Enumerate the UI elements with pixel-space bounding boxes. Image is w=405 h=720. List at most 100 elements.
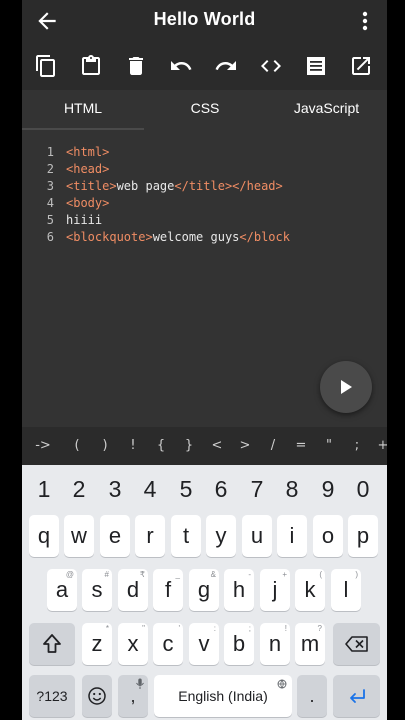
shift-key[interactable] bbox=[29, 623, 75, 665]
key-number[interactable]: 1 bbox=[29, 471, 59, 507]
key-letter[interactable]: ) l bbox=[331, 569, 361, 611]
paste-clipboard-icon[interactable] bbox=[79, 54, 103, 78]
symbol-key[interactable]: < bbox=[206, 427, 228, 465]
symbol-key[interactable]: + bbox=[372, 427, 387, 465]
key-letter[interactable]: " x bbox=[118, 623, 148, 665]
key-letter[interactable]: ! n bbox=[260, 623, 290, 665]
app-bar: Hello World bbox=[22, 0, 387, 42]
key-number[interactable]: 7 bbox=[242, 471, 272, 507]
symbol-key[interactable]: " bbox=[318, 427, 340, 465]
symbol-key[interactable]: -> bbox=[32, 427, 54, 465]
key-number[interactable]: 9 bbox=[313, 471, 343, 507]
key-letter[interactable]: u bbox=[242, 515, 272, 557]
key-letter[interactable]: _ f bbox=[153, 569, 183, 611]
symbol-key[interactable]: / bbox=[262, 427, 284, 465]
symbol-key[interactable]: ! bbox=[122, 427, 144, 465]
key-letter[interactable]: i bbox=[277, 515, 307, 557]
key-letter[interactable]: ₹ d bbox=[118, 569, 148, 611]
key-letter[interactable]: (k bbox=[295, 569, 325, 611]
globe-icon bbox=[277, 679, 287, 689]
key-letter[interactable]: y bbox=[206, 515, 236, 557]
symbol-key[interactable]: = bbox=[290, 427, 312, 465]
code-tag: <title> bbox=[66, 179, 117, 193]
code-tag: </block bbox=[239, 230, 290, 244]
enter-key[interactable] bbox=[333, 675, 380, 717]
code-text: <html> bbox=[66, 145, 110, 159]
undo-icon[interactable] bbox=[169, 54, 193, 78]
redo-icon[interactable] bbox=[214, 54, 238, 78]
key-number[interactable]: 0 bbox=[348, 471, 378, 507]
key-letter[interactable]: o bbox=[313, 515, 343, 557]
key-letter[interactable]: :v bbox=[189, 623, 219, 665]
delete-icon[interactable] bbox=[124, 54, 148, 78]
key-letter[interactable]: w bbox=[64, 515, 94, 557]
line-number: 4 bbox=[46, 196, 54, 210]
open-in-new-icon[interactable] bbox=[349, 54, 373, 78]
key-number[interactable]: 5 bbox=[171, 471, 201, 507]
line-number: 1 bbox=[46, 145, 54, 159]
play-icon bbox=[341, 380, 352, 394]
backspace-icon bbox=[344, 636, 368, 652]
document-icon[interactable] bbox=[304, 54, 328, 78]
enter-icon bbox=[349, 689, 365, 703]
code-text: <blockquote>welcome guys</block bbox=[66, 229, 290, 246]
symbol-key[interactable]: ( bbox=[66, 427, 88, 465]
key-letter[interactable]: -h bbox=[224, 569, 254, 611]
emoji-icon bbox=[88, 687, 106, 705]
symbol-key[interactable]: > bbox=[234, 427, 256, 465]
key-letter[interactable]: r bbox=[135, 515, 165, 557]
symbol-key[interactable]: ; bbox=[346, 427, 368, 465]
comma-key[interactable]: , bbox=[118, 675, 148, 717]
symbols-key[interactable]: ?123 bbox=[29, 675, 75, 717]
key-letter[interactable]: + j bbox=[260, 569, 290, 611]
key-letter[interactable]: q bbox=[29, 515, 59, 557]
key-number[interactable]: 6 bbox=[206, 471, 236, 507]
code-icon[interactable] bbox=[259, 54, 283, 78]
code-text: <head> bbox=[66, 162, 110, 176]
line-number: 3 bbox=[46, 179, 54, 193]
symbol-key[interactable]: ) bbox=[94, 427, 116, 465]
code-text: hiiii bbox=[66, 213, 103, 227]
page-title: Hello World bbox=[153, 9, 256, 29]
soft-keyboard: 1 2 3 4 5 6 7 8 9 0 q w e r t y u i o p … bbox=[22, 465, 387, 720]
editor-toolbar bbox=[22, 42, 387, 90]
period-key[interactable]: . bbox=[297, 675, 327, 717]
code-tag: <blockquote> bbox=[66, 230, 153, 244]
key-number[interactable]: 8 bbox=[277, 471, 307, 507]
shift-icon bbox=[43, 634, 61, 653]
symbol-bar: -> ( ) ! { } < > / = " ; + bbox=[22, 427, 387, 465]
tab-css[interactable]: CSS bbox=[144, 90, 266, 130]
key-letter[interactable]: # s bbox=[82, 569, 112, 611]
symbol-key[interactable]: { bbox=[150, 427, 172, 465]
key-number[interactable]: 3 bbox=[100, 471, 130, 507]
tab-html[interactable]: HTML bbox=[22, 90, 144, 130]
line-number: 5 bbox=[46, 213, 54, 227]
tab-javascript[interactable]: JavaScript bbox=[266, 90, 387, 130]
key-letter[interactable]: @ a bbox=[47, 569, 77, 611]
key-letter[interactable]: & g bbox=[189, 569, 219, 611]
run-button[interactable] bbox=[320, 361, 372, 413]
key-letter[interactable]: e bbox=[100, 515, 130, 557]
code-text: <title>web page</title></head> bbox=[66, 178, 283, 195]
key-letter[interactable]: * z bbox=[82, 623, 112, 665]
key-letter[interactable]: p bbox=[348, 515, 378, 557]
line-number: 6 bbox=[46, 230, 54, 244]
code-content: welcome guys bbox=[152, 230, 240, 244]
key-letter[interactable]: ; b bbox=[224, 623, 254, 665]
backspace-key[interactable] bbox=[333, 623, 380, 665]
key-letter[interactable]: ' c bbox=[153, 623, 183, 665]
key-number[interactable]: 2 bbox=[64, 471, 94, 507]
code-text: <body> bbox=[66, 196, 110, 210]
key-letter[interactable]: ? m bbox=[295, 623, 325, 665]
symbol-key[interactable]: } bbox=[178, 427, 200, 465]
line-number: 2 bbox=[46, 162, 54, 176]
app-screen: Hello World HTML CSS JavaScript 1 <html>… bbox=[22, 0, 387, 720]
space-bar-label: English (India) bbox=[178, 688, 268, 704]
copy-icon[interactable] bbox=[34, 54, 58, 78]
mic-icon bbox=[136, 678, 144, 689]
key-letter[interactable]: t bbox=[171, 515, 201, 557]
more-vert-icon[interactable] bbox=[355, 8, 375, 34]
key-number[interactable]: 4 bbox=[135, 471, 165, 507]
emoji-key[interactable] bbox=[82, 675, 112, 717]
space-bar[interactable]: English (India) bbox=[154, 675, 292, 717]
